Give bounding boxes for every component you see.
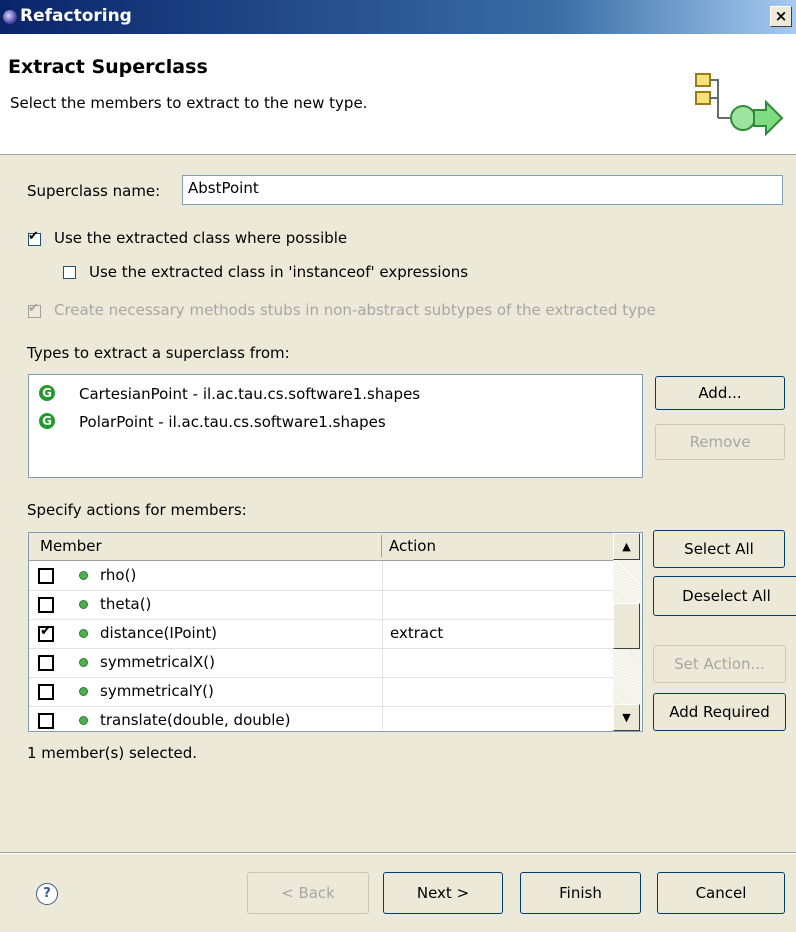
member-action[interactable]: extract xyxy=(390,624,443,642)
members-table[interactable]: Member Action rho() theta() distance(IPo… xyxy=(28,532,643,732)
use-extracted-label: Use the extracted class where possible xyxy=(54,229,348,247)
use-extracted-checkbox[interactable] xyxy=(28,229,41,246)
create-stubs-checkbox[interactable] xyxy=(28,301,41,318)
member-name: distance(IPoint) xyxy=(100,624,217,642)
row-checkbox[interactable] xyxy=(38,623,54,642)
table-header: Member Action xyxy=(29,533,613,561)
table-row[interactable]: translate(double, double) xyxy=(29,706,613,731)
column-divider[interactable] xyxy=(381,535,382,557)
table-row[interactable]: rho() xyxy=(29,561,613,591)
help-icon[interactable]: ? xyxy=(36,883,58,905)
class-icon: G xyxy=(39,413,55,429)
footer-divider xyxy=(0,852,796,854)
member-name: symmetricalX() xyxy=(100,653,215,671)
row-checkbox[interactable] xyxy=(38,597,54,613)
use-instanceof-checkbox[interactable] xyxy=(63,266,76,279)
next-button[interactable]: Next > xyxy=(383,872,503,914)
table-row[interactable]: theta() xyxy=(29,590,613,620)
list-item-label: PolarPoint - il.ac.tau.cs.software1.shap… xyxy=(79,413,386,431)
refactoring-dialog: Refactoring × Extract Superclass Select … xyxy=(0,0,796,932)
cell-divider xyxy=(382,677,383,706)
create-stubs-label: Create necessary methods stubs in non-ab… xyxy=(54,301,656,319)
scroll-down-icon[interactable]: ▼ xyxy=(613,704,640,731)
close-button[interactable]: × xyxy=(770,6,792,27)
finish-button[interactable]: Finish xyxy=(520,872,641,914)
list-item[interactable]: G PolarPoint - il.ac.tau.cs.software1.sh… xyxy=(39,411,629,439)
member-name: symmetricalY() xyxy=(100,682,214,700)
member-name: translate(double, double) xyxy=(100,711,291,729)
public-method-icon xyxy=(79,658,88,667)
members-label: Specify actions for members: xyxy=(27,501,247,519)
window-title: Refactoring xyxy=(20,6,132,26)
extract-superclass-icon xyxy=(695,73,784,137)
selection-status: 1 member(s) selected. xyxy=(27,744,198,762)
back-button[interactable]: < Back xyxy=(247,872,369,914)
cell-divider xyxy=(382,561,383,590)
page-title: Extract Superclass xyxy=(8,56,208,78)
row-checkbox[interactable] xyxy=(38,713,54,729)
cell-divider xyxy=(382,706,383,731)
superclass-name-input[interactable]: AbstPoint xyxy=(182,175,783,205)
table-row[interactable]: distance(IPoint) extract xyxy=(29,619,613,649)
deselect-all-button[interactable]: Deselect All xyxy=(653,576,796,616)
set-action-button[interactable]: Set Action... xyxy=(653,645,786,683)
cancel-button[interactable]: Cancel xyxy=(657,872,785,914)
wizard-banner: Extract Superclass Select the members to… xyxy=(0,34,796,155)
row-checkbox[interactable] xyxy=(38,655,54,671)
page-description: Select the members to extract to the new… xyxy=(10,94,368,112)
cell-divider xyxy=(382,590,383,619)
public-method-icon xyxy=(79,629,88,638)
table-row[interactable]: symmetricalY() xyxy=(29,677,613,707)
eclipse-icon xyxy=(2,9,18,25)
table-row[interactable]: symmetricalX() xyxy=(29,648,613,678)
member-name: rho() xyxy=(100,566,137,584)
class-icon: G xyxy=(39,385,55,401)
public-method-icon xyxy=(79,687,88,696)
title-bar: Refactoring × xyxy=(0,0,796,34)
use-instanceof-label: Use the extracted class in 'instanceof' … xyxy=(89,263,469,281)
scroll-up-icon[interactable]: ▲ xyxy=(613,533,640,560)
row-checkbox[interactable] xyxy=(38,568,54,584)
remove-button[interactable]: Remove xyxy=(655,424,785,460)
list-item-label: CartesianPoint - il.ac.tau.cs.software1.… xyxy=(79,385,421,403)
scroll-thumb[interactable] xyxy=(613,603,640,649)
column-member[interactable]: Member xyxy=(40,537,102,555)
add-button[interactable]: Add... xyxy=(655,376,785,410)
row-checkbox[interactable] xyxy=(38,684,54,700)
types-list[interactable]: G CartesianPoint - il.ac.tau.cs.software… xyxy=(28,374,643,478)
types-label: Types to extract a superclass from: xyxy=(27,344,290,362)
column-action[interactable]: Action xyxy=(389,537,436,555)
cell-divider xyxy=(382,619,383,648)
member-name: theta() xyxy=(100,595,152,613)
public-method-icon xyxy=(79,571,88,580)
superclass-name-label: Superclass name: xyxy=(27,182,161,200)
public-method-icon xyxy=(79,600,88,609)
select-all-button[interactable]: Select All xyxy=(653,530,785,568)
cell-divider xyxy=(382,648,383,677)
list-item[interactable]: G CartesianPoint - il.ac.tau.cs.software… xyxy=(39,383,629,411)
vertical-scrollbar[interactable]: ▲ ▼ xyxy=(613,533,642,731)
add-required-button[interactable]: Add Required xyxy=(653,693,786,731)
public-method-icon xyxy=(79,716,88,725)
